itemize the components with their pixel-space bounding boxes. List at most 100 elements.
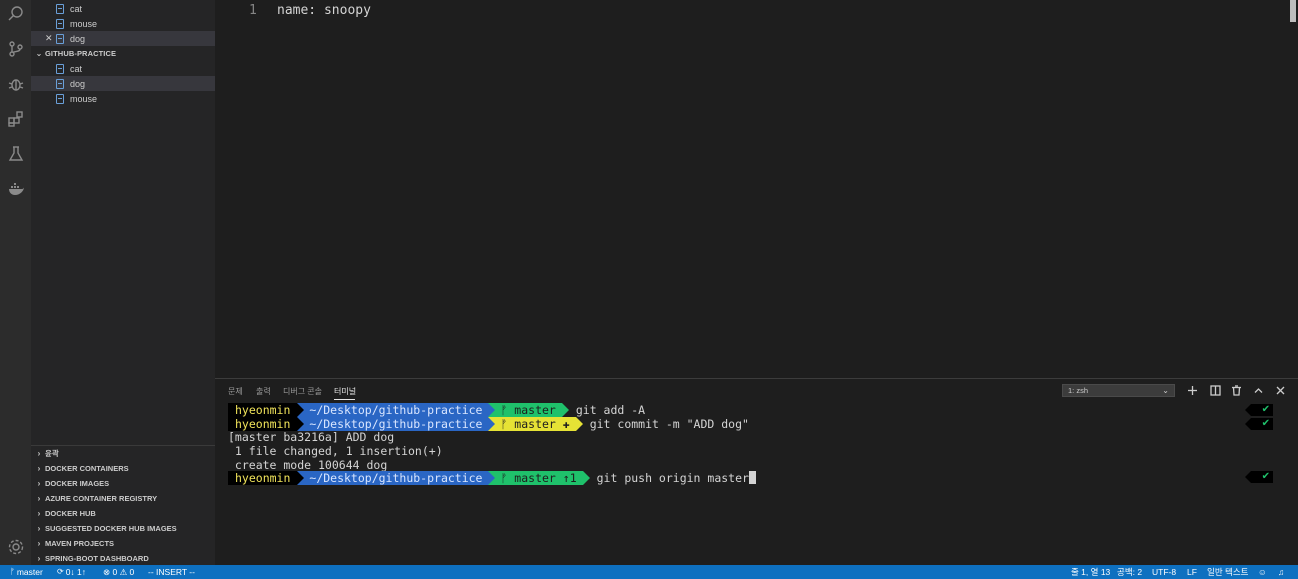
chevron-right-icon: › — [37, 524, 41, 533]
terminal-select-value: 1: zsh — [1068, 386, 1089, 395]
settings-gear-icon[interactable] — [5, 536, 26, 557]
close-icon — [1276, 386, 1284, 394]
section-label: AZURE CONTAINER REGISTRY — [45, 494, 158, 503]
file-cat[interactable]: cat — [31, 61, 215, 76]
terminal-output-line: 1 file changed, 1 insertion(+) — [228, 444, 443, 458]
chevron-right-icon: › — [37, 479, 41, 488]
activity-bar — [0, 0, 31, 565]
file-label: dog — [70, 78, 86, 89]
end-of-line[interactable]: LF — [1187, 565, 1197, 579]
feedback-icon[interactable]: ☺ — [1258, 565, 1267, 579]
file-icon — [56, 33, 64, 44]
tab-output[interactable]: 출력 — [256, 386, 271, 397]
section-label: DOCKER IMAGES — [45, 479, 110, 488]
terminal-prompt-line: hyeonmin ~/Desktop/github-practice ᚠ mas… — [228, 417, 749, 431]
chevron-right-icon: › — [37, 449, 41, 458]
section-azure-registry[interactable]: › AZURE CONTAINER REGISTRY — [31, 491, 215, 506]
section-spring-boot[interactable]: › SPRING-BOOT DASHBOARD — [31, 551, 215, 566]
prompt-path: ~/Desktop/github-practice — [297, 417, 496, 431]
cursor-position[interactable]: 줄 1, 열 13 — [1071, 565, 1110, 579]
section-maven-projects[interactable]: › MAVEN PROJECTS — [31, 536, 215, 551]
file-icon — [56, 18, 64, 29]
file-dog[interactable]: dog — [31, 76, 215, 91]
language-mode[interactable]: 일반 텍스트 — [1207, 565, 1248, 579]
section-label: SPRING-BOOT DASHBOARD — [45, 554, 149, 563]
section-docker-hub[interactable]: › DOCKER HUB — [31, 506, 215, 521]
terminal-command[interactable]: git push origin master — [583, 471, 749, 485]
success-check-icon: ✔ — [1245, 404, 1273, 416]
chevron-down-icon: ⌄ — [1162, 386, 1169, 395]
close-icon[interactable]: ✕ — [45, 33, 53, 44]
debug-icon[interactable] — [5, 73, 26, 94]
split-terminal-button[interactable] — [1208, 383, 1222, 397]
prompt-user: hyeonmin — [228, 471, 305, 485]
file-label: dog — [70, 33, 86, 44]
kill-terminal-button[interactable] — [1229, 383, 1243, 397]
chevron-right-icon: › — [37, 494, 41, 503]
split-icon — [1209, 384, 1221, 396]
file-label: cat — [70, 63, 83, 74]
terminal-prompt-line: hyeonmin ~/Desktop/github-practice ᚠ mas… — [228, 403, 645, 417]
testing-icon[interactable] — [5, 143, 26, 164]
section-docker-images[interactable]: › DOCKER IMAGES — [31, 476, 215, 491]
open-editor-dog[interactable]: ✕ dog — [31, 31, 215, 46]
terminal-prompt-line[interactable]: hyeonmin ~/Desktop/github-practice ᚠ mas… — [228, 471, 756, 485]
section-outline[interactable]: › 윤곽 — [31, 446, 215, 461]
search-icon[interactable] — [5, 3, 26, 24]
chevron-right-icon: › — [37, 539, 41, 548]
problems-indicator[interactable]: ⊗ 0 ⚠ 0 — [103, 565, 134, 579]
prompt-git-status: ᚠ master — [488, 403, 569, 417]
success-check-icon: ✔ — [1245, 471, 1273, 483]
encoding[interactable]: UTF-8 — [1152, 565, 1176, 579]
source-control-icon[interactable] — [5, 38, 26, 59]
sync-indicator[interactable]: ⟳ 0↓ 1↑ — [57, 565, 86, 579]
active-tab-indicator — [334, 399, 355, 400]
terminal-output-line: [master ba3216a] ADD dog — [228, 430, 395, 444]
section-label: DOCKER HUB — [45, 509, 96, 518]
file-label: mouse — [70, 18, 98, 29]
new-terminal-button[interactable] — [1185, 383, 1199, 397]
prompt-git-status: ᚠ master ↑1 — [488, 471, 590, 485]
tab-debug-console[interactable]: 디버그 콘솔 — [283, 386, 322, 397]
folder-name: GITHUB-PRACTICE — [45, 49, 117, 58]
prompt-path: ~/Desktop/github-practice — [297, 403, 496, 417]
terminal-output-line: create mode 100644 dog — [228, 458, 388, 472]
branch-indicator[interactable]: ᚠ master — [10, 565, 43, 579]
folder-header[interactable]: ⌄ GITHUB-PRACTICE — [31, 46, 215, 61]
editor[interactable]: 1 name: snoopy — [215, 0, 1298, 378]
file-mouse[interactable]: mouse — [31, 91, 215, 106]
file-label: mouse — [70, 93, 98, 104]
terminal-select[interactable]: 1: zsh ⌄ — [1062, 384, 1175, 397]
chevron-right-icon: › — [37, 554, 41, 563]
terminal-command: git add -A — [575, 403, 646, 417]
tab-problems[interactable]: 문제 — [228, 386, 243, 397]
section-docker-containers[interactable]: › DOCKER CONTAINERS — [31, 461, 215, 476]
open-editor-cat[interactable]: cat — [31, 1, 215, 16]
section-label: MAVEN PROJECTS — [45, 539, 115, 548]
extensions-icon[interactable] — [5, 108, 26, 129]
plus-icon — [1187, 385, 1197, 395]
section-label: SUGGESTED DOCKER HUB IMAGES — [45, 524, 177, 533]
vim-mode: -- INSERT -- — [148, 567, 195, 577]
open-editor-mouse[interactable]: mouse — [31, 16, 215, 31]
tab-terminal[interactable]: 터미널 — [334, 386, 356, 397]
line-number: 1 — [249, 3, 257, 18]
chevron-down-icon: ⌄ — [35, 49, 43, 58]
file-label: cat — [70, 3, 83, 14]
editor-scrollbar[interactable] — [1290, 0, 1296, 22]
maximize-panel-button[interactable] — [1251, 383, 1265, 397]
code-line[interactable]: name: snoopy — [277, 3, 371, 18]
chevron-up-icon — [1254, 387, 1262, 393]
sync-icon: ⟳ — [57, 567, 64, 576]
section-suggested-images[interactable]: › SUGGESTED DOCKER HUB IMAGES — [31, 521, 215, 536]
prompt-path: ~/Desktop/github-practice — [297, 471, 496, 485]
bottom-panel: 문제 출력 디버그 콘솔 터미널 1: zsh ⌄ hyeonmin ~/Des… — [215, 378, 1298, 565]
indentation[interactable]: 공백: 2 — [1117, 565, 1142, 579]
status-bar: ᚠ master ⟳ 0↓ 1↑ ⊗ 0 ⚠ 0 -- INSERT -- 줄 … — [0, 565, 1298, 579]
trash-icon — [1231, 384, 1241, 396]
docker-icon[interactable] — [5, 178, 26, 199]
file-icon — [56, 63, 64, 74]
branch-name: master — [16, 567, 43, 577]
close-panel-button[interactable] — [1273, 383, 1287, 397]
bell-icon[interactable]: ♫ — [1278, 565, 1284, 579]
